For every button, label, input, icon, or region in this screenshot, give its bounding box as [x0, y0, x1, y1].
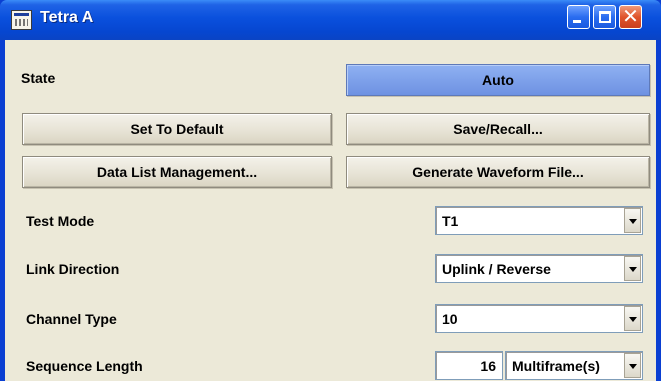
- save-recall-label: Save/Recall...: [453, 121, 543, 137]
- minimize-icon: [573, 20, 581, 23]
- save-recall-button[interactable]: Save/Recall...: [346, 113, 650, 145]
- state-label: State: [21, 70, 56, 86]
- channel-type-dropdown-button[interactable]: [624, 306, 641, 331]
- link-direction-label: Link Direction: [26, 261, 120, 277]
- link-direction-dropdown-button[interactable]: [624, 256, 641, 281]
- generate-waveform-file-label: Generate Waveform File...: [412, 164, 584, 180]
- test-mode-label: Test Mode: [26, 213, 95, 229]
- data-list-management-label: Data List Management...: [96, 164, 258, 180]
- data-list-management-button[interactable]: Data List Management...: [22, 156, 332, 188]
- chevron-down-icon: [629, 219, 637, 224]
- state-auto-button[interactable]: Auto: [346, 64, 650, 96]
- sequence-length-unit-select[interactable]: Multiframe(s): [505, 351, 643, 380]
- state-auto-label: Auto: [482, 72, 514, 88]
- channel-type-label: Channel Type: [26, 311, 117, 327]
- set-to-default-label: Set To Default: [130, 121, 224, 137]
- window-title: Tetra A: [40, 9, 94, 26]
- maximize-icon: [599, 11, 611, 23]
- minimize-button[interactable]: [567, 5, 590, 29]
- link-direction-value: Uplink / Reverse: [442, 261, 551, 277]
- window: Tetra A ✕ State Auto Set To Default Save…: [0, 0, 661, 381]
- sequence-length-input[interactable]: 16: [435, 351, 503, 380]
- channel-type-value: 10: [442, 311, 458, 327]
- close-icon: ✕: [622, 4, 639, 28]
- dialog-body: State Auto Set To Default Save/Recall...…: [5, 40, 656, 381]
- link-direction-select[interactable]: Uplink / Reverse: [435, 254, 643, 283]
- set-to-default-button[interactable]: Set To Default: [22, 113, 332, 145]
- app-icon: [11, 10, 32, 30]
- chevron-down-icon: [629, 267, 637, 272]
- channel-type-select[interactable]: 10: [435, 304, 643, 333]
- sequence-length-unit-value: Multiframe(s): [512, 358, 600, 374]
- chevron-down-icon: [629, 317, 637, 322]
- test-mode-dropdown-button[interactable]: [624, 208, 641, 233]
- close-button[interactable]: ✕: [619, 5, 642, 29]
- chevron-down-icon: [629, 364, 637, 369]
- maximize-button[interactable]: [593, 5, 616, 29]
- test-mode-select[interactable]: T1: [435, 206, 643, 235]
- sequence-length-unit-dropdown-button[interactable]: [624, 353, 641, 378]
- generate-waveform-file-button[interactable]: Generate Waveform File...: [346, 156, 650, 188]
- sequence-length-label: Sequence Length: [26, 358, 143, 374]
- test-mode-value: T1: [442, 213, 459, 229]
- title-bar[interactable]: Tetra A ✕: [0, 0, 661, 40]
- sequence-length-value: 16: [480, 358, 496, 374]
